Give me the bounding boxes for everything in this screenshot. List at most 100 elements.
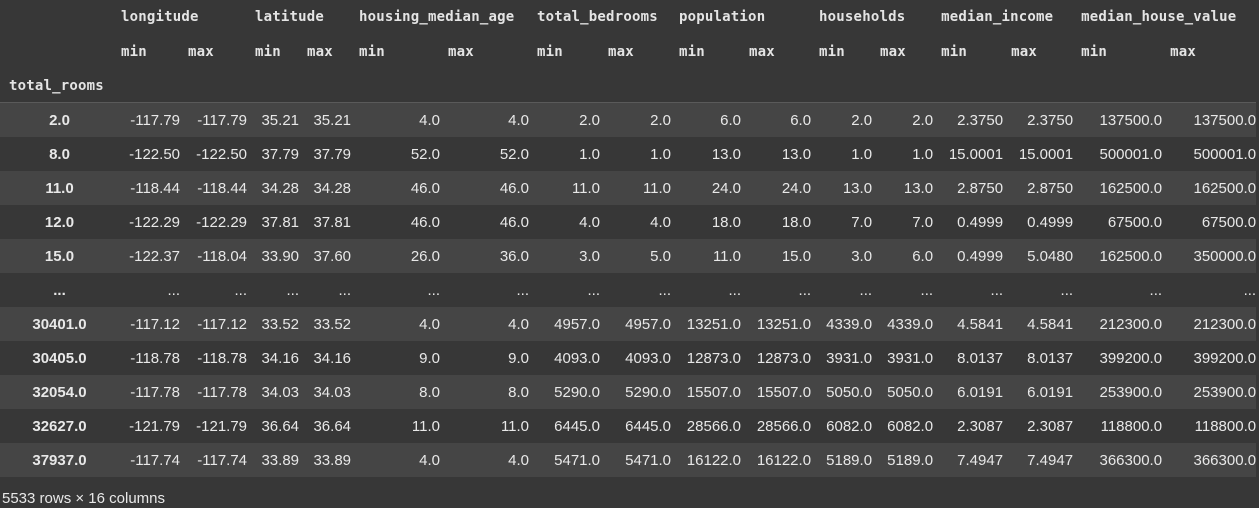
row-column-count: 5533 rows × 16 columns xyxy=(2,490,166,507)
table-cell: 4957.0 xyxy=(554,315,601,333)
table-cell: 52.0 xyxy=(410,145,441,163)
table-cell: 162500.0 xyxy=(1099,179,1163,197)
table-cell: 253900.0 xyxy=(1193,383,1257,401)
table-cell: 4957.0 xyxy=(625,315,672,333)
table-cell: 13.0 xyxy=(781,145,812,163)
table-cell: 4.0 xyxy=(419,111,441,129)
table-cell: 46.0 xyxy=(410,213,441,231)
table-cell: 4.0 xyxy=(508,315,530,333)
table-cell: 5290.0 xyxy=(625,383,672,401)
table-cell: 28566.0 xyxy=(686,417,742,435)
table-cell: -118.04 xyxy=(197,247,248,265)
table-cell: 13251.0 xyxy=(756,315,812,333)
table-row: 30401.0 -117.12 -117.12 33.52 33.52 4.0 4.0 495… xyxy=(0,307,1257,341)
table-cell: 35.21 xyxy=(313,111,352,129)
row-index: 15.0 xyxy=(44,247,75,265)
table-row: 32627.0 -121.79 -121.79 36.64 36.64 11.0 11.0 6… xyxy=(0,409,1257,443)
table-cell: ... xyxy=(1149,281,1163,299)
table-row: 8.0 -122.50 -122.50 37.79 37.79 52.0 52.0 1.0 1.… xyxy=(0,137,1257,171)
table-cell: -117.78 xyxy=(197,383,248,401)
table-cell: 24.0 xyxy=(711,179,742,197)
table-cell: 37.60 xyxy=(313,247,352,265)
column-group-header: households xyxy=(817,0,940,34)
table-cell: 34.28 xyxy=(313,179,352,197)
table-cell: -118.44 xyxy=(197,179,248,197)
table-cell: 33.90 xyxy=(261,247,300,265)
table-cell: 212300.0 xyxy=(1099,315,1163,333)
table-cell: 6082.0 xyxy=(826,417,873,435)
index-name: total_rooms xyxy=(0,69,119,103)
column-group-header: median_house_value xyxy=(1079,0,1257,34)
column-stat-header: min xyxy=(357,34,447,69)
table-cell: 13251.0 xyxy=(686,315,742,333)
table-cell: 2.3087 xyxy=(957,417,1004,435)
table-cell: 46.0 xyxy=(499,213,530,231)
table-cell: 12873.0 xyxy=(756,349,812,367)
table-cell: 9.0 xyxy=(419,349,441,367)
column-stat-header: max xyxy=(1168,34,1257,69)
table-cell: 34.16 xyxy=(261,349,300,367)
table-cell: ... xyxy=(798,281,812,299)
table-cell: 4.0 xyxy=(419,451,441,469)
column-stat-header: min xyxy=(1079,34,1169,69)
table-cell: 4093.0 xyxy=(554,349,601,367)
table-cell: 3.0 xyxy=(579,247,601,265)
table-cell: 52.0 xyxy=(499,145,530,163)
table-body: 2.0 -117.79 -117.79 35.21 35.21 4.0 4.0 2.0 2.0 6… xyxy=(0,102,1257,477)
table-cell: 46.0 xyxy=(499,179,530,197)
table-cell: 5471.0 xyxy=(625,451,672,469)
table-cell: 11.0 xyxy=(712,247,742,265)
table-cell: 2.8750 xyxy=(957,179,1004,197)
table-cell: ... xyxy=(728,281,742,299)
table-cell: 4.0 xyxy=(419,315,441,333)
table-cell: 9.0 xyxy=(508,349,530,367)
table-cell: -117.79 xyxy=(130,111,180,129)
table-cell: 15.0001 xyxy=(1018,145,1074,163)
table-cell: 13.0 xyxy=(903,179,934,197)
table-cell: 3931.0 xyxy=(826,349,873,367)
table-cell: 6.0 xyxy=(912,247,934,265)
table-cell: 1.0 xyxy=(912,145,934,163)
column-group-header: median_income xyxy=(939,0,1080,34)
row-index: 30405.0 xyxy=(32,349,87,367)
table-cell: 4.0 xyxy=(508,451,530,469)
table-row: 2.0 -117.79 -117.79 35.21 35.21 4.0 4.0 2.0 2.0 6… xyxy=(0,102,1257,137)
table-cell: 399200.0 xyxy=(1099,349,1163,367)
table-cell: -117.79 xyxy=(197,111,248,129)
table-cell: 36.64 xyxy=(313,417,352,435)
table-cell: 4.5841 xyxy=(957,315,1004,333)
table-cell: 2.3750 xyxy=(1027,111,1074,129)
table-cell: ... xyxy=(167,281,180,299)
header-corner xyxy=(0,34,119,69)
column-stat-header: min xyxy=(817,34,879,69)
table-cell: 500001.0 xyxy=(1099,145,1163,163)
table-cell: 34.16 xyxy=(313,349,352,367)
table-cell: 34.28 xyxy=(261,179,300,197)
table-cell: 8.0 xyxy=(508,383,530,401)
table-cell: 4339.0 xyxy=(826,315,873,333)
column-group-header: longitude xyxy=(119,0,254,34)
header-spacer xyxy=(119,69,1257,103)
row-index: 32627.0 xyxy=(32,417,87,435)
table-cell: 2.3750 xyxy=(957,111,1004,129)
column-stat-header: max xyxy=(606,34,678,69)
table-row: ........................................… xyxy=(0,273,1257,307)
table-row: 15.0 -122.37 -118.04 33.90 37.60 26.0 36.0 3.0 5… xyxy=(0,239,1257,273)
table-cell: 33.89 xyxy=(261,451,300,469)
row-index: 12.0 xyxy=(44,213,75,231)
table-row: 11.0 -118.44 -118.44 34.28 34.28 46.0 46.0 11.0… xyxy=(0,171,1257,205)
table-cell: 7.4947 xyxy=(1027,451,1074,469)
table-row: 37937.0 -117.74 -117.74 33.89 33.89 4.0 4.0 547… xyxy=(0,443,1257,477)
table-row: 32054.0 -117.78 -117.78 34.03 34.03 8.0 8.0 529… xyxy=(0,375,1257,409)
table-cell: 2.0 xyxy=(912,111,934,129)
table-cell: 5189.0 xyxy=(826,451,873,469)
table-cell: 33.52 xyxy=(313,315,352,333)
column-stat-header-row: min max min max min max min max min max min max min m… xyxy=(0,34,1257,69)
table-header: longitude latitude housing_median_age total… xyxy=(0,0,1257,103)
table-cell: -122.50 xyxy=(196,145,248,163)
table-cell: 3931.0 xyxy=(887,349,934,367)
table-cell: 13.0 xyxy=(711,145,742,163)
table-cell: ... xyxy=(286,281,300,299)
column-group-header: latitude xyxy=(253,0,358,34)
row-index: 11.0 xyxy=(45,179,74,197)
